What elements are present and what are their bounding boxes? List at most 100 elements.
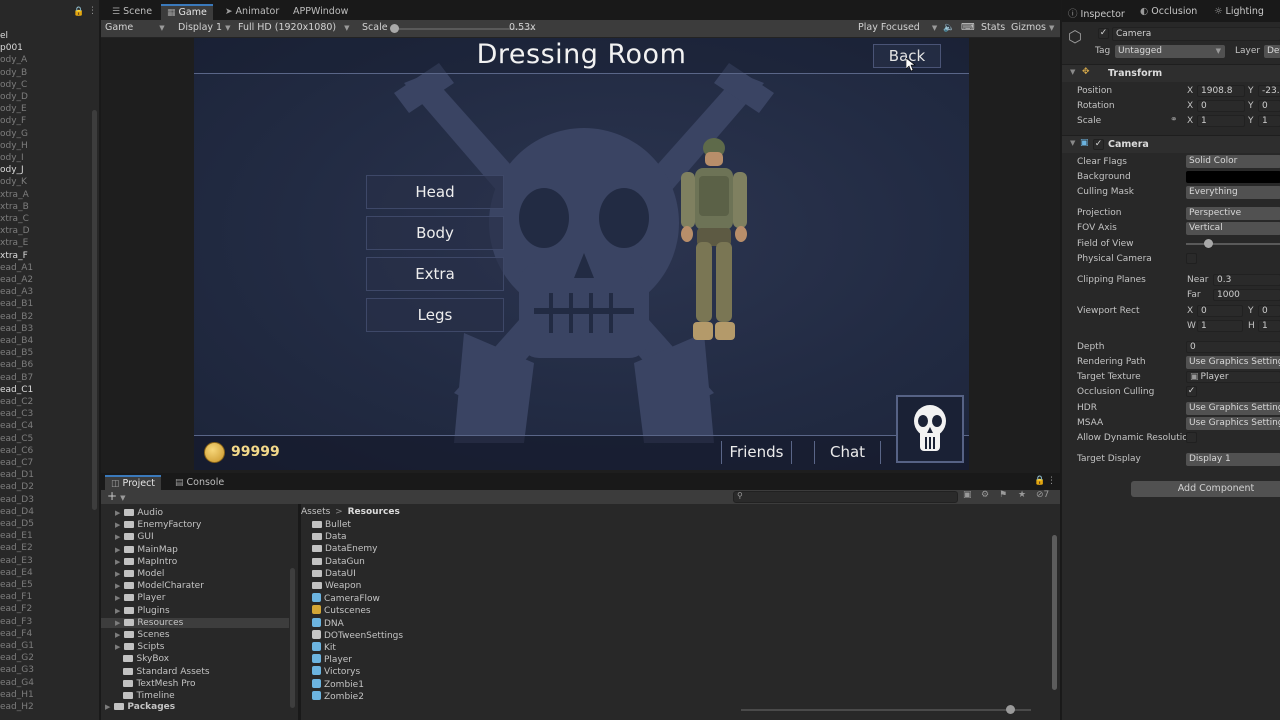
- hierarchy-item[interactable]: ead_B4: [0, 336, 33, 346]
- lock-icon[interactable]: 🔒: [1034, 476, 1045, 486]
- hierarchy-item[interactable]: ead_G4: [0, 678, 34, 688]
- hdr-dropdown[interactable]: Use Graphics Settings: [1186, 402, 1280, 415]
- active-checkbox[interactable]: ✓: [1098, 28, 1109, 39]
- hierarchy-item[interactable]: ody_I: [0, 153, 24, 163]
- collapse-arrow-icon[interactable]: ▼: [1070, 139, 1075, 147]
- hierarchy-item[interactable]: ead_B7: [0, 373, 33, 383]
- msaa-dropdown[interactable]: Use Graphics Settings: [1186, 417, 1280, 430]
- hierarchy-item[interactable]: ead_B2: [0, 312, 33, 322]
- asset-item[interactable]: DOTweenSettings: [312, 629, 403, 641]
- tag-dropdown[interactable]: Untagged ▼: [1115, 45, 1225, 58]
- asset-item[interactable]: Zombie1: [312, 678, 364, 690]
- hierarchy-item[interactable]: ead_B5: [0, 348, 33, 358]
- expand-arrow-icon[interactable]: [115, 692, 119, 700]
- resolution-dropdown[interactable]: Full HD (1920x1080) ▼: [238, 22, 350, 33]
- hierarchy-item[interactable]: xtra_E: [0, 238, 28, 248]
- position-y-field[interactable]: -23.3: [1258, 85, 1280, 97]
- tree-scrollbar[interactable]: [290, 568, 295, 708]
- clear-flags-dropdown[interactable]: Solid Color: [1186, 155, 1280, 168]
- dynamic-resolution-checkbox[interactable]: [1186, 432, 1197, 443]
- hierarchy-item[interactable]: ead_G2: [0, 653, 34, 663]
- shortcut-icon[interactable]: ⌨: [961, 22, 975, 33]
- folder-tree-item[interactable]: TextMesh Pro: [101, 679, 289, 689]
- friends-button[interactable]: Friends: [721, 441, 792, 464]
- hierarchy-item[interactable]: ead_F1: [0, 592, 32, 602]
- tab-console[interactable]: ▤ Console: [169, 475, 230, 491]
- hierarchy-item[interactable]: ead_F4: [0, 629, 32, 639]
- expand-arrow-icon[interactable]: ▶: [115, 521, 120, 529]
- hierarchy-item[interactable]: ead_B3: [0, 324, 33, 334]
- mute-audio-icon[interactable]: 🔈: [943, 22, 955, 33]
- fov-axis-dropdown[interactable]: Vertical: [1186, 222, 1280, 235]
- hierarchy-item[interactable]: xtra_B: [0, 202, 29, 212]
- collapse-arrow-icon[interactable]: ▼: [1070, 68, 1075, 76]
- folder-tree-item[interactable]: ▶ Plugins: [101, 606, 289, 616]
- body-button[interactable]: Body: [366, 216, 504, 250]
- favorite-star-icon[interactable]: ★: [1018, 490, 1026, 500]
- legs-button[interactable]: Legs: [366, 298, 504, 332]
- hierarchy-item[interactable]: ody_A: [0, 55, 27, 65]
- expand-arrow-icon[interactable]: ▶: [115, 546, 120, 554]
- background-color-swatch[interactable]: [1186, 171, 1280, 183]
- asset-item[interactable]: Cutscenes: [312, 605, 371, 616]
- target-display-dropdown[interactable]: Display 1: [1186, 453, 1280, 466]
- culling-mask-dropdown[interactable]: Everything: [1186, 186, 1280, 199]
- hierarchy-item[interactable]: ead_B6: [0, 360, 33, 370]
- hierarchy-item[interactable]: ody_F: [0, 116, 26, 126]
- hierarchy-item[interactable]: ead_A3: [0, 287, 33, 297]
- search-input[interactable]: ⚲: [733, 491, 958, 503]
- expand-arrow-icon[interactable]: ▶: [115, 594, 120, 602]
- hierarchy-item[interactable]: ody_D: [0, 92, 28, 102]
- link-chain-icon[interactable]: ⚭: [1170, 115, 1178, 125]
- asset-item[interactable]: DataGun: [312, 557, 365, 567]
- rotation-y-field[interactable]: 0: [1258, 100, 1280, 112]
- more-menu-icon[interactable]: ⋮: [88, 6, 97, 16]
- hierarchy-item[interactable]: ead_E1: [0, 531, 33, 541]
- tab-game[interactable]: ▦ Game: [161, 4, 213, 20]
- tab-project[interactable]: ◫ Project: [105, 475, 162, 490]
- gizmos-button[interactable]: Gizmos ▼: [1011, 22, 1054, 33]
- stats-button[interactable]: Stats: [981, 22, 1005, 33]
- projection-dropdown[interactable]: Perspective: [1186, 207, 1280, 220]
- tab-scene[interactable]: ☰ Scene: [106, 4, 158, 20]
- tab-inspector[interactable]: ⓘ Inspector: [1068, 6, 1125, 20]
- lock-icon[interactable]: 🔒: [73, 7, 84, 17]
- viewport-x-field[interactable]: 0: [1197, 305, 1243, 317]
- folder-tree-item[interactable]: ▶ Audio: [101, 508, 289, 518]
- expand-arrow-icon[interactable]: ▶: [115, 643, 120, 651]
- head-button[interactable]: Head: [366, 175, 504, 209]
- folder-tree-item[interactable]: Timeline: [101, 691, 289, 701]
- target-texture-field[interactable]: ▣ Player: [1186, 371, 1280, 383]
- expand-arrow-icon[interactable]: ▶: [105, 703, 110, 711]
- search-by-type-icon[interactable]: ▣: [963, 490, 972, 500]
- panel-divider[interactable]: [298, 504, 301, 720]
- hierarchy-item[interactable]: ead_A1: [0, 263, 33, 273]
- asset-item[interactable]: DataUI: [312, 569, 356, 579]
- hierarchy-item[interactable]: xtra_F: [0, 251, 28, 261]
- hierarchy-item[interactable]: ead_G1: [0, 641, 34, 651]
- folder-tree-item[interactable]: ▶ GUI: [101, 532, 289, 542]
- chat-button[interactable]: Chat: [814, 441, 881, 464]
- hierarchy-item[interactable]: ody_J: [0, 165, 24, 175]
- hierarchy-item[interactable]: el: [0, 31, 8, 41]
- asset-item[interactable]: Weapon: [312, 581, 361, 591]
- asset-list-scrollbar[interactable]: [1052, 535, 1057, 690]
- hierarchy-item[interactable]: ody_E: [0, 104, 27, 114]
- add-component-button[interactable]: Add Component: [1131, 481, 1280, 497]
- display-dropdown[interactable]: Display 1 ▼: [178, 22, 230, 33]
- icon-size-slider-handle[interactable]: [1006, 705, 1015, 714]
- expand-arrow-icon[interactable]: ▶: [115, 582, 120, 590]
- folder-tree-item[interactable]: SkyBox: [101, 654, 289, 664]
- folder-tree-item[interactable]: ▶ Scenes: [101, 630, 289, 640]
- camera-enabled-checkbox[interactable]: ✓: [1093, 139, 1104, 150]
- rendering-path-dropdown[interactable]: Use Graphics Settings: [1186, 356, 1280, 369]
- add-asset-button[interactable]: + ▼: [107, 489, 125, 503]
- position-x-field[interactable]: 1908.8: [1197, 85, 1245, 97]
- expand-arrow-icon[interactable]: ▶: [115, 607, 120, 615]
- breadcrumb-resources[interactable]: Resources: [348, 507, 400, 517]
- folder-tree-item[interactable]: ▶ Scipts: [101, 642, 289, 652]
- hierarchy-item[interactable]: ody_K: [0, 177, 27, 187]
- label-tag-icon[interactable]: ⚑: [999, 490, 1007, 500]
- hierarchy-item[interactable]: ead_H1: [0, 690, 34, 700]
- rotation-x-field[interactable]: 0: [1197, 100, 1245, 112]
